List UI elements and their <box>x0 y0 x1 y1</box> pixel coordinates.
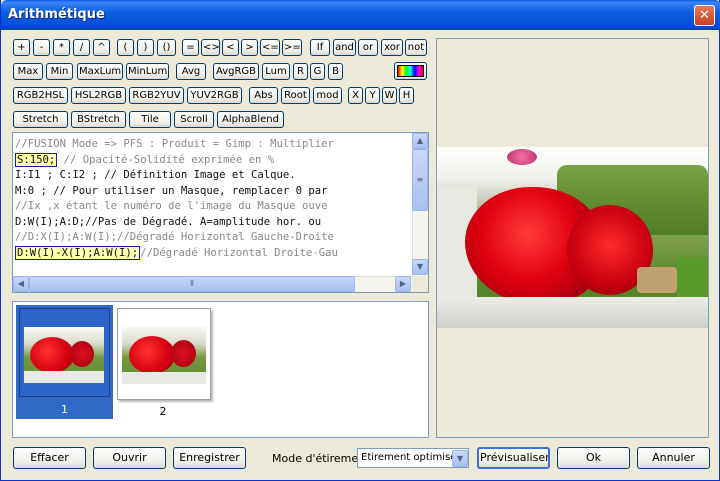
scroll-up-arrow-icon[interactable]: ▲ <box>412 133 428 149</box>
scroll-corner <box>412 276 428 292</box>
op-if-button[interactable]: If <box>310 39 330 56</box>
formula-editor[interactable]: //FUSION Mode => PFS : Produit = Gimp : … <box>12 132 429 293</box>
stretch-mode-label: Mode d'étirement <box>272 452 370 465</box>
close-icon: ✕ <box>699 8 710 23</box>
op-minus-button[interactable]: - <box>33 39 50 56</box>
ok-button[interactable]: Ok <box>557 447 630 469</box>
code-highlight: D:W(I)-X(I);A:W(I); <box>15 245 141 260</box>
fn-root-button[interactable]: Root <box>281 87 310 104</box>
code-highlight: S:150; <box>15 152 58 167</box>
preview-button[interactable]: Prévisualiser <box>477 447 550 469</box>
op-or-button[interactable]: or <box>358 39 378 56</box>
fn-y-button[interactable]: Y <box>365 87 380 104</box>
fn-bstretch-button[interactable]: BStretch <box>71 111 126 128</box>
fn-b-button[interactable]: B <box>328 63 343 80</box>
thumbnail-image <box>117 308 211 400</box>
cancel-button[interactable]: Annuler <box>637 447 710 469</box>
code-line: D:W(I)-X(I);A:W(I);//Dégradé Horizontal … <box>15 245 411 262</box>
window-title: Arithmétique <box>8 7 105 22</box>
color-picker-button[interactable] <box>394 62 427 80</box>
close-button[interactable]: ✕ <box>694 5 715 26</box>
op-divide-button[interactable]: / <box>73 39 90 56</box>
open-button[interactable]: Ouvrir <box>93 447 166 469</box>
op-less-equal-button[interactable]: <= <box>260 39 280 56</box>
fn-h-button[interactable]: H <box>399 87 414 104</box>
op-not-equal-button[interactable]: <> <box>201 39 220 56</box>
chevron-down-icon[interactable]: ▼ <box>452 450 468 467</box>
title-bar[interactable]: Arithmétique ✕ <box>1 0 720 30</box>
fn-min-button[interactable]: Min <box>46 63 73 80</box>
image-thumb-1[interactable]: 1 <box>16 305 113 419</box>
image-list[interactable]: 1 2 <box>12 301 429 438</box>
scroll-left-arrow-icon[interactable]: ◀ <box>13 276 29 292</box>
arithmetic-dialog: Arithmétique ✕ + - * / ^ ( ) () = <> < >… <box>0 0 720 481</box>
code-comment: //Dégradé Horizontal Droite-Gau <box>140 246 338 259</box>
fn-minlum-button[interactable]: MinLum <box>126 63 169 80</box>
save-button[interactable]: Enregistrer <box>173 447 246 469</box>
scroll-right-arrow-icon[interactable]: ▶ <box>395 276 411 292</box>
op-multiply-button[interactable]: * <box>53 39 70 56</box>
op-greater-equal-button[interactable]: >= <box>282 39 302 56</box>
code-line: S:150; // Opacité-Solidité exprimée en % <box>15 152 411 169</box>
fn-stretch-button[interactable]: Stretch <box>13 111 68 128</box>
fn-avg-button[interactable]: Avg <box>176 63 206 80</box>
op-less-button[interactable]: < <box>222 39 239 56</box>
vertical-scrollbar[interactable]: ▲ ≡ ▼ <box>412 133 428 276</box>
thumb-label: 1 <box>61 403 68 416</box>
fn-mod-button[interactable]: mod <box>313 87 342 104</box>
op-xor-button[interactable]: xor <box>381 39 403 56</box>
fn-abs-button[interactable]: Abs <box>249 87 278 104</box>
fn-w-button[interactable]: W <box>382 87 397 104</box>
code-comment: // Opacité-Solidité exprimée en % <box>57 153 275 166</box>
fn-hsl2rgb-button[interactable]: HSL2RGB <box>71 87 126 104</box>
thumb-label: 2 <box>159 405 167 418</box>
op-close-paren-button[interactable]: ) <box>137 39 154 56</box>
scroll-thumb[interactable]: ≡ <box>412 149 428 211</box>
op-plus-button[interactable]: + <box>13 39 30 56</box>
op-greater-button[interactable]: > <box>241 39 258 56</box>
fn-max-button[interactable]: Max <box>13 63 43 80</box>
code-line: //D:X(I);A:W(I);//Dégradé Horizontal Gau… <box>15 231 334 243</box>
fn-rgb2yuv-button[interactable]: RGB2YUV <box>129 87 184 104</box>
horizontal-scrollbar[interactable]: ◀ ⦀ ▶ <box>13 276 412 292</box>
fn-rgb2hsl-button[interactable]: RGB2HSL <box>13 87 68 104</box>
code-line: //FUSION Mode => PFS : Produit = Gimp : … <box>15 138 334 150</box>
image-thumb-2[interactable]: 2 <box>115 305 211 419</box>
fn-x-button[interactable]: X <box>348 87 363 104</box>
scroll-down-arrow-icon[interactable]: ▼ <box>412 259 428 275</box>
stretch-mode-select[interactable]: Etirement optimisé ▼ <box>357 448 469 468</box>
scroll-thumb[interactable]: ⦀ <box>29 276 355 292</box>
thumbnail-image <box>19 308 110 397</box>
op-power-button[interactable]: ^ <box>93 39 110 56</box>
preview-panel <box>436 38 709 438</box>
op-not-button[interactable]: not <box>405 39 427 56</box>
stretch-mode-value: Etirement optimisé <box>361 452 457 463</box>
op-equal-button[interactable]: = <box>182 39 199 56</box>
fn-alphablend-button[interactable]: AlphaBlend <box>217 111 284 128</box>
formula-text[interactable]: //FUSION Mode => PFS : Produit = Gimp : … <box>15 137 411 273</box>
code-line: I:I1 ; C:I2 ; // Définition Image et Cal… <box>15 169 296 181</box>
code-line: D:W(I);A:D;//Pas de Dégradé. A=amplitude… <box>15 215 322 228</box>
op-open-paren-button[interactable]: ( <box>117 39 134 56</box>
fn-g-button[interactable]: G <box>310 63 325 80</box>
op-and-button[interactable]: and <box>333 39 356 56</box>
fn-tile-button[interactable]: Tile <box>129 111 171 128</box>
clear-button[interactable]: Effacer <box>13 447 86 469</box>
code-line: //Ix ,x étant le numéro de l'image du Ma… <box>15 200 328 212</box>
rainbow-palette-icon <box>397 65 424 77</box>
fn-maxlum-button[interactable]: MaxLum <box>77 63 123 80</box>
fn-r-button[interactable]: R <box>293 63 308 80</box>
fn-yuv2rgb-button[interactable]: YUV2RGB <box>187 87 242 104</box>
preview-image <box>437 147 708 328</box>
fn-avgrgb-button[interactable]: AvgRGB <box>213 63 259 80</box>
code-line: M:0 ; // Pour utiliser un Masque, rempla… <box>15 184 328 197</box>
op-parens-button[interactable]: () <box>157 39 176 56</box>
fn-scroll-button[interactable]: Scroll <box>174 111 214 128</box>
fn-lum-button[interactable]: Lum <box>262 63 290 80</box>
